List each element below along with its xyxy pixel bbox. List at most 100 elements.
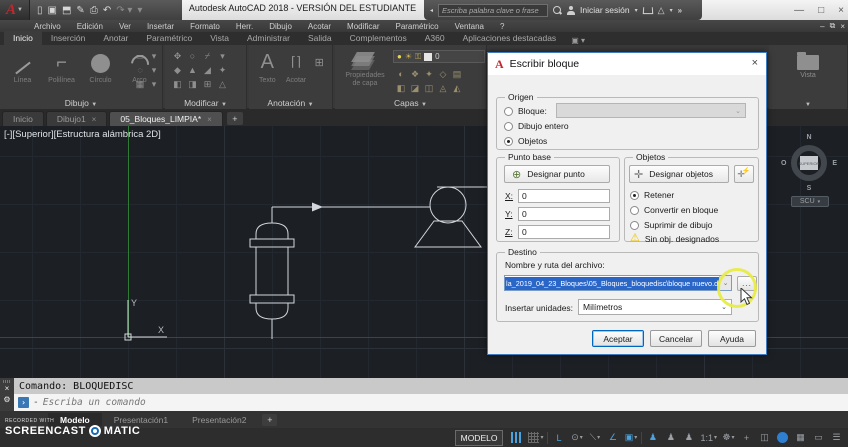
modificar-tools[interactable]: ✥○⌿▾ ◆▲◢✦ ◧◨⊞△ (171, 51, 229, 91)
apps-dropdown-icon[interactable]: ▾ (670, 7, 673, 14)
tool-circulo[interactable]: Círculo (86, 50, 115, 84)
panel-label-anotacion[interactable]: Anotación ▼ (249, 98, 332, 108)
menu-edicion[interactable]: Edición (69, 22, 111, 31)
ribbon-tab-anotar[interactable]: Anotar (94, 31, 137, 45)
panel-label-vista[interactable]: ▼ (769, 98, 847, 108)
scu-button[interactable]: SCU▾ (791, 196, 829, 207)
tool-linea[interactable]: Línea (8, 50, 37, 84)
ribbon-tab-vista[interactable]: Vista (201, 31, 238, 45)
close-icon[interactable]: × (207, 115, 212, 124)
ribbon-tab-administrar[interactable]: Administrar (238, 31, 299, 45)
ribbon-tab-salida[interactable]: Salida (299, 31, 341, 45)
annotation-visibility-button[interactable]: ♟ (645, 430, 660, 445)
menu-archivo[interactable]: Archivo (26, 22, 69, 31)
search-input[interactable]: Escriba palabra clave o frase (438, 4, 548, 17)
new-layout-button[interactable]: + (262, 414, 277, 426)
viewcube-top-face[interactable]: SUPERIOR (800, 156, 818, 170)
menu-modificar[interactable]: Modificar (339, 22, 387, 31)
snap-mode-button[interactable]: ▾ (527, 430, 544, 445)
layer-select[interactable]: ● ☀ ⚿ 0 (393, 50, 485, 63)
close-icon[interactable]: × (92, 115, 97, 124)
clean-screen-button[interactable]: ▦ (793, 430, 808, 445)
save-as-icon[interactable]: ✎ (76, 5, 84, 16)
wrench-icon[interactable]: ⚙ (3, 396, 10, 405)
command-history-line[interactable]: Comando: BLOQUEDISC (14, 378, 848, 394)
isometric-drafting-button[interactable]: ⟍▾ (587, 430, 602, 445)
qat-customize-icon[interactable]: ▾ (137, 5, 142, 16)
viewcube[interactable]: N O SUPERIOR E S SCU▾ (780, 134, 838, 206)
graphics-performance-button[interactable] (775, 430, 790, 445)
designar-punto-button[interactable]: ⊕ Designar punto (504, 165, 610, 183)
radio-convertir[interactable]: Convertir en bloque (630, 205, 718, 215)
menu-formato[interactable]: Formato (182, 22, 228, 31)
radio-bloque[interactable]: Bloque: (504, 106, 547, 116)
tool-acotar[interactable]: ⌈⌉ Acotar (286, 50, 307, 84)
close-icon[interactable]: × (5, 385, 10, 394)
quick-select-button[interactable]: ✛⚡ (734, 165, 754, 183)
infocenter-collapse-icon[interactable]: ◂ (430, 7, 433, 14)
doc-restore-icon[interactable]: ⧉ (830, 21, 836, 31)
menu-acotar[interactable]: Acotar (300, 22, 339, 31)
ribbon-tab-parametrico[interactable]: Paramétrico (137, 31, 201, 45)
menu-ayuda[interactable]: ? (492, 22, 512, 31)
undo-icon[interactable]: ↶ (103, 5, 111, 16)
viewcube-east[interactable]: E (832, 160, 837, 167)
menu-parametrico[interactable]: Paramétrico (387, 22, 446, 31)
doc-close-icon[interactable]: × (840, 22, 845, 31)
new-tab-button[interactable]: + (227, 112, 243, 125)
cancelar-button[interactable]: Cancelar (650, 330, 702, 347)
viewcube-south[interactable]: S (780, 185, 838, 192)
radio-dibujo-entero[interactable]: Dibujo entero (504, 121, 569, 131)
menu-insertar[interactable]: Insertar (139, 22, 182, 31)
sign-in-button[interactable]: Iniciar sesión (580, 5, 630, 15)
app-menu-button[interactable]: A ▼ (0, 0, 30, 20)
annotation-scale-button[interactable]: ♟ (681, 430, 696, 445)
ribbon-tab-inicio[interactable]: Inicio (4, 31, 42, 45)
layer-properties-button[interactable]: Propiedades de capa (343, 52, 387, 88)
polar-tracking-button[interactable]: ⊙▾ (569, 430, 584, 445)
ribbon-tab-aplicaciones[interactable]: Aplicaciones destacadas (454, 31, 566, 45)
infocenter-more-icon[interactable]: » (678, 6, 682, 15)
panel-label-dibujo[interactable]: Dibujo ▼ (0, 98, 162, 108)
radio-retener[interactable]: Retener (630, 190, 674, 200)
customization-menu-button[interactable]: ☰ (829, 430, 844, 445)
model-space-button[interactable]: MODELO (455, 430, 504, 446)
tool-polilinea[interactable]: ⌐ Polilínea (47, 50, 76, 84)
aceptar-button[interactable]: Aceptar (592, 330, 644, 347)
store-cart-icon[interactable] (642, 7, 653, 14)
units-select[interactable]: Milímetros ⌄ (578, 299, 732, 315)
viewcube-north[interactable]: N (780, 134, 838, 141)
menu-ventana[interactable]: Ventana (447, 22, 492, 31)
capas-tools[interactable]: ◐❖✦◇▤ ◧◪◫◬◭ (395, 69, 463, 95)
search-icon[interactable] (553, 6, 562, 15)
ribbon-options-icon[interactable]: ▣ ▾ (571, 36, 585, 45)
panel-label-capas[interactable]: Capas ▼ (335, 98, 486, 108)
menu-dibujo[interactable]: Dibujo (261, 22, 300, 31)
y-input[interactable]: 0 (518, 207, 610, 221)
panel-label-modificar[interactable]: Modificar ▼ (165, 98, 246, 108)
ortho-mode-button[interactable]: L (551, 430, 566, 445)
command-palette-grip[interactable]: × ⚙ (0, 378, 14, 411)
menu-herr[interactable]: Herr. (228, 22, 261, 31)
tool-tabla[interactable]: ⊞ (314, 50, 324, 74)
dialog-close-icon[interactable]: × (752, 57, 758, 69)
save-icon[interactable]: ⬒ (62, 5, 71, 16)
menu-ver[interactable]: Ver (111, 22, 139, 31)
view-manager-icon[interactable] (797, 55, 819, 70)
new-file-icon[interactable]: ▯ (37, 5, 43, 16)
command-input[interactable]: › - Escriba un comando (14, 394, 848, 411)
object-snap-button[interactable]: ▣▾ (623, 430, 638, 445)
close-button[interactable]: × (838, 5, 844, 16)
minimize-button[interactable]: — (794, 5, 804, 16)
sign-in-dropdown-icon[interactable]: ▾ (635, 7, 638, 14)
scale-value-button[interactable]: 1:1▾ (699, 430, 718, 445)
file-tab-dibujo1[interactable]: Dibujo1× (46, 111, 108, 126)
ayuda-button[interactable]: Ayuda (708, 330, 756, 347)
open-file-icon[interactable]: ▣ (48, 5, 57, 16)
autoscale-button[interactable]: ♟ (663, 430, 678, 445)
maximize-button[interactable]: □ (818, 5, 824, 16)
radio-objetos[interactable]: Objetos (504, 136, 547, 146)
file-path-combo[interactable]: la_2019_04_23_Bloques\05_Bloques_bloqued… (504, 275, 732, 291)
annotation-monitor-button[interactable]: + (739, 430, 754, 445)
plot-icon[interactable]: ⎙ (90, 5, 98, 16)
